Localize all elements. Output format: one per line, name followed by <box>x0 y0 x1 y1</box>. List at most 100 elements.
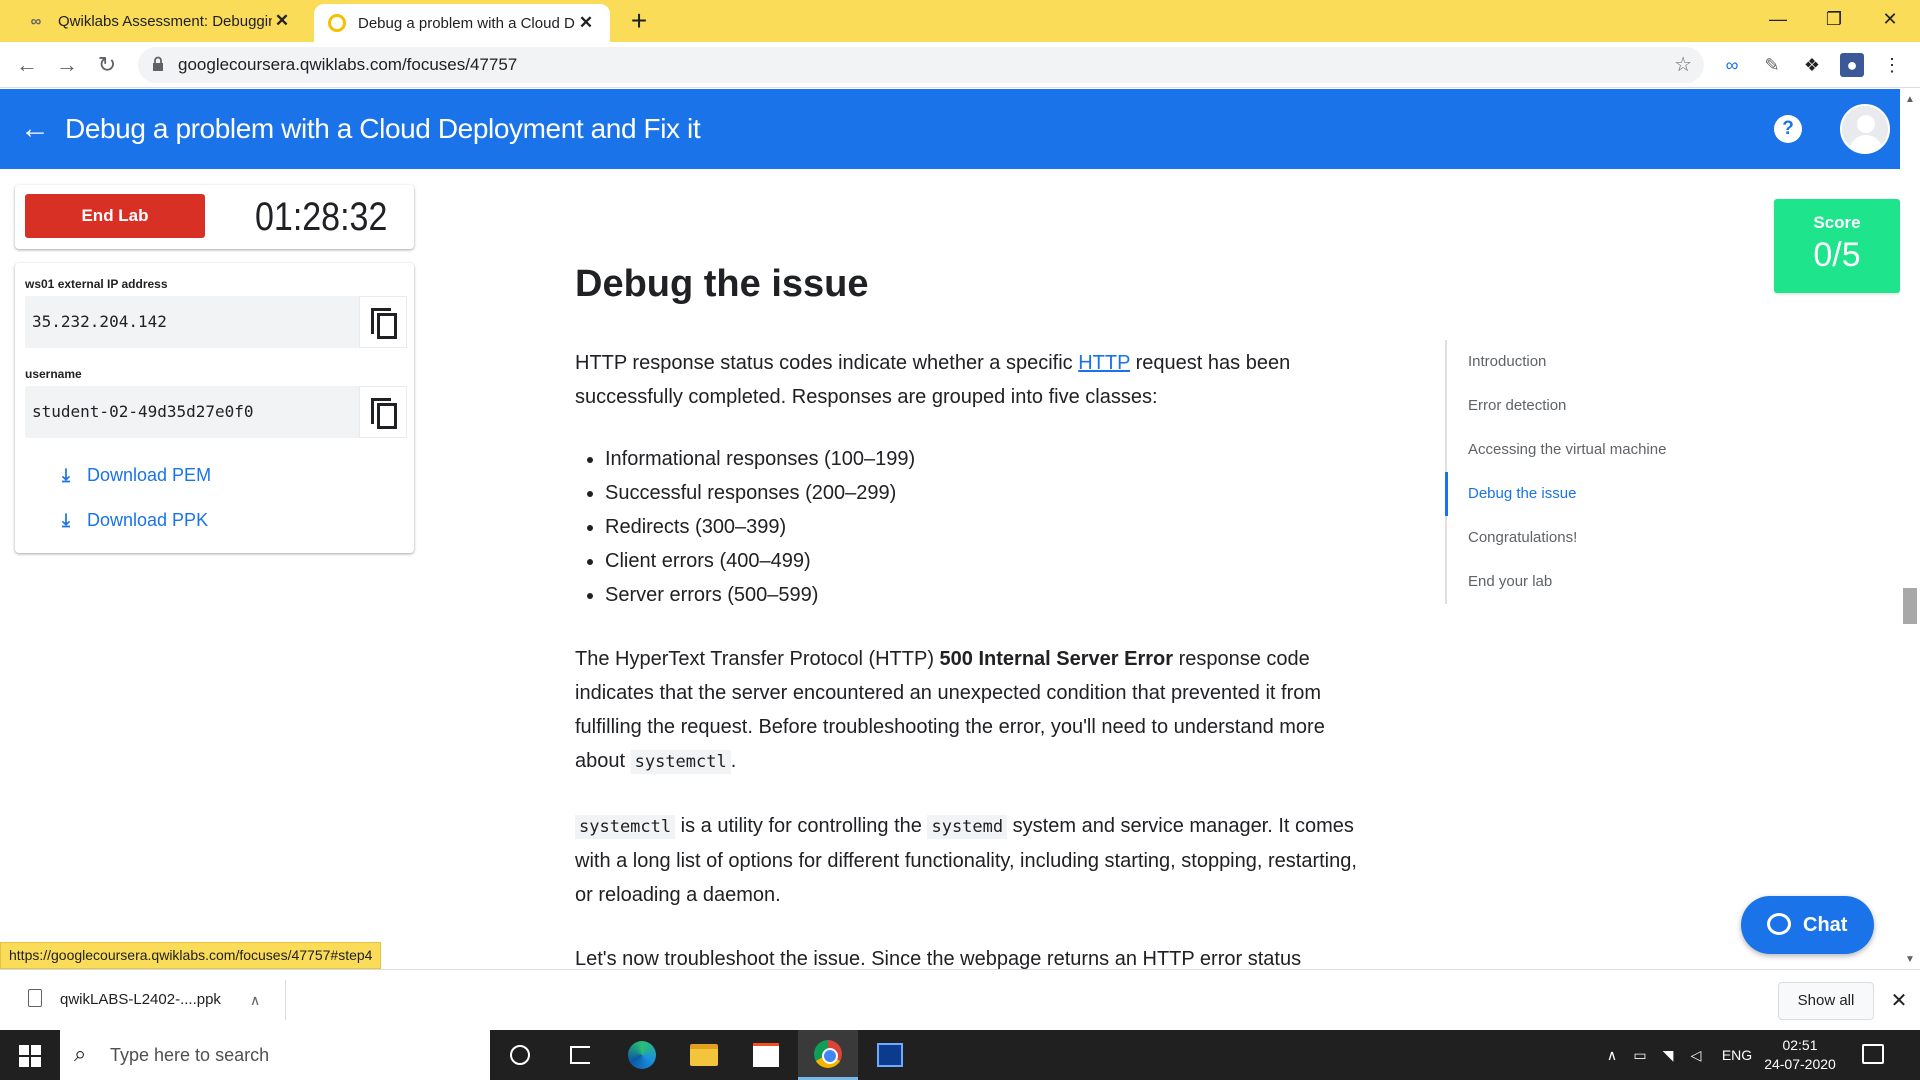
error-500-bold: 500 Internal Server Error <box>939 648 1174 670</box>
section-heading: Debug the issue <box>575 263 869 305</box>
wifi-icon[interactable]: ◥ <box>1656 1030 1680 1080</box>
ip-address-field[interactable]: 35.232.204.142 <box>25 296 407 348</box>
profile-icon[interactable]: ● <box>1840 53 1864 77</box>
language-indicator[interactable]: ENG <box>1716 1030 1758 1080</box>
download-ppk-label: Download PPK <box>87 509 209 530</box>
extensions-puzzle-icon[interactable]: ❖ <box>1800 53 1824 77</box>
qwiklabs-icon: ∞ <box>30 12 42 30</box>
username-label: username <box>25 367 82 381</box>
score-label: Score <box>1813 213 1861 232</box>
download-file-name: qwikLABS-L2402-....ppk <box>60 991 221 1008</box>
ip-address-value: 35.232.204.142 <box>32 312 167 331</box>
download-pem-link[interactable]: ⤓ Download PEM <box>57 463 211 487</box>
browser-tab-assessment[interactable]: ∞ Qwiklabs Assessment: Debugging ✕ <box>12 0 306 42</box>
ip-address-label: ws01 external IP address <box>25 277 168 291</box>
credentials-card: ws01 external IP address 35.232.204.142 … <box>15 263 414 553</box>
restore-window-icon[interactable]: ❐ <box>1806 0 1862 40</box>
status-classes-list: Informational responses (100–199) Succes… <box>605 442 1375 612</box>
download-ppk-link[interactable]: ⤓ Download PPK <box>57 508 208 532</box>
inline-code: systemctl <box>630 750 731 774</box>
taskbar-clock[interactable]: 02:51 24-07-2020 <box>1760 1036 1840 1074</box>
qwiklabs-lab-icon <box>328 14 346 32</box>
http-link[interactable]: HTTP <box>1078 352 1130 374</box>
back-arrow-icon[interactable]: ← <box>20 109 52 149</box>
avatar[interactable] <box>1840 104 1890 154</box>
chat-label: Chat <box>1803 914 1848 936</box>
inline-code: systemd <box>927 815 1008 839</box>
extension-icon[interactable]: ✎ <box>1760 53 1784 77</box>
download-icon: ⤓ <box>62 509 70 530</box>
browser-tab-strip: ∞ Qwiklabs Assessment: Debugging ✕ Debug… <box>0 0 1920 42</box>
new-tab-button[interactable]: + <box>624 6 654 36</box>
toc-item-accessing-vm[interactable]: Accessing the virtual machine <box>1447 428 1735 472</box>
score-badge: Score 0/5 <box>1774 199 1900 293</box>
link-status-url: https://googlecoursera.qwiklabs.com/focu… <box>0 942 382 969</box>
lock-icon <box>153 56 163 71</box>
cortana-icon[interactable] <box>490 1030 550 1080</box>
back-icon[interactable]: ← <box>12 50 42 80</box>
toc-item-congratulations[interactable]: Congratulations! <box>1447 516 1735 560</box>
search-placeholder: Type here to search <box>110 1045 270 1065</box>
address-bar[interactable]: googlecoursera.qwiklabs.com/focuses/4775… <box>138 47 1704 83</box>
close-shelf-icon[interactable]: ✕ <box>1884 982 1914 1020</box>
end-lab-button[interactable]: End Lab <box>25 194 205 238</box>
edge-icon[interactable] <box>612 1030 672 1080</box>
chat-button[interactable]: Chat <box>1741 896 1874 954</box>
url-text: googlecoursera.qwiklabs.com/focuses/4775… <box>178 55 518 74</box>
paragraph-500-error: The HyperText Transfer Protocol (HTTP) 5… <box>575 648 1325 774</box>
chrome-icon[interactable] <box>798 1030 858 1080</box>
tab-title: Qwiklabs Assessment: Debugging <box>58 12 272 30</box>
copy-icon[interactable] <box>359 386 407 438</box>
copy-icon[interactable] <box>359 296 407 348</box>
help-icon[interactable]: ? <box>1774 115 1802 143</box>
show-hidden-icons-icon[interactable]: ∧ <box>1600 1030 1624 1080</box>
username-field[interactable]: student-02-49d35d27e0f0 <box>25 386 407 438</box>
chevron-up-icon[interactable]: ∧ <box>250 980 260 1020</box>
page-title: Debug a problem with a Cloud Deployment … <box>65 113 701 144</box>
toc-item-introduction[interactable]: Introduction <box>1447 340 1735 384</box>
download-shelf: qwikLABS-L2402-....ppk ∧ Show all ✕ <box>0 969 1920 1029</box>
battery-icon[interactable]: ▭ <box>1628 1030 1652 1080</box>
scroll-up-icon[interactable]: ▲ <box>1905 94 1915 105</box>
windows-taskbar: ⌕ Type here to search ∧ ▭ ◥ ◁ ENG 02:51 … <box>0 1030 1920 1080</box>
reload-icon[interactable]: ↻ <box>92 50 122 80</box>
tab-title: Debug a problem with a Cloud D <box>358 14 575 32</box>
list-item: Client errors (400–499) <box>605 544 1375 578</box>
task-view-icon[interactable] <box>550 1030 610 1080</box>
toc-item-error-detection[interactable]: Error detection <box>1447 384 1735 428</box>
show-all-button[interactable]: Show all <box>1778 982 1874 1020</box>
notifications-icon[interactable] <box>1862 1044 1884 1064</box>
list-item: Successful responses (200–299) <box>605 476 1375 510</box>
lab-header: ← Debug a problem with a Cloud Deploymen… <box>0 89 1900 169</box>
taskbar-search-input[interactable]: ⌕ Type here to search <box>60 1030 490 1080</box>
download-item[interactable]: qwikLABS-L2402-....ppk ∧ <box>12 980 286 1020</box>
score-value: 0/5 <box>1813 236 1861 274</box>
lab-control-card: End Lab 01:28:32 <box>15 185 414 249</box>
page-scrollbar[interactable]: ▲ ▼ <box>1900 89 1920 969</box>
bookmark-star-icon[interactable]: ☆ <box>1674 47 1692 83</box>
close-window-icon[interactable]: ✕ <box>1862 0 1918 40</box>
browser-menu-icon[interactable]: ⋮ <box>1880 53 1904 77</box>
close-tab-icon[interactable]: ✕ <box>576 13 596 33</box>
scroll-down-icon[interactable]: ▼ <box>1905 954 1915 965</box>
toc-item-debug-the-issue[interactable]: Debug the issue <box>1445 472 1735 516</box>
store-icon[interactable] <box>736 1030 796 1080</box>
lab-instructions: Debug the issue HTTP response status cod… <box>575 260 1375 1006</box>
volume-icon[interactable]: ◁ <box>1684 1030 1708 1080</box>
file-icon <box>28 989 42 1007</box>
paragraph-http-status: HTTP response status codes indicate whet… <box>575 352 1291 408</box>
download-pem-label: Download PEM <box>87 464 212 485</box>
close-tab-icon[interactable]: ✕ <box>272 11 292 31</box>
scrollbar-thumb[interactable] <box>1903 588 1917 624</box>
minimize-window-icon[interactable]: — <box>1750 0 1806 40</box>
browser-tab-lab[interactable]: Debug a problem with a Cloud D ✕ <box>314 4 610 42</box>
paragraph-systemctl: systemctl is a utility for controlling t… <box>575 815 1357 906</box>
clock-date: 24-07-2020 <box>1764 1056 1836 1072</box>
toc-item-end-your-lab[interactable]: End your lab <box>1447 560 1735 604</box>
extension-icon[interactable]: ∞ <box>1720 53 1744 77</box>
search-icon: ⌕ <box>74 1041 87 1066</box>
windows-start-icon[interactable] <box>0 1030 60 1080</box>
forward-icon[interactable]: → <box>52 50 82 80</box>
file-explorer-icon[interactable] <box>674 1030 734 1080</box>
network-app-icon[interactable] <box>860 1030 920 1080</box>
